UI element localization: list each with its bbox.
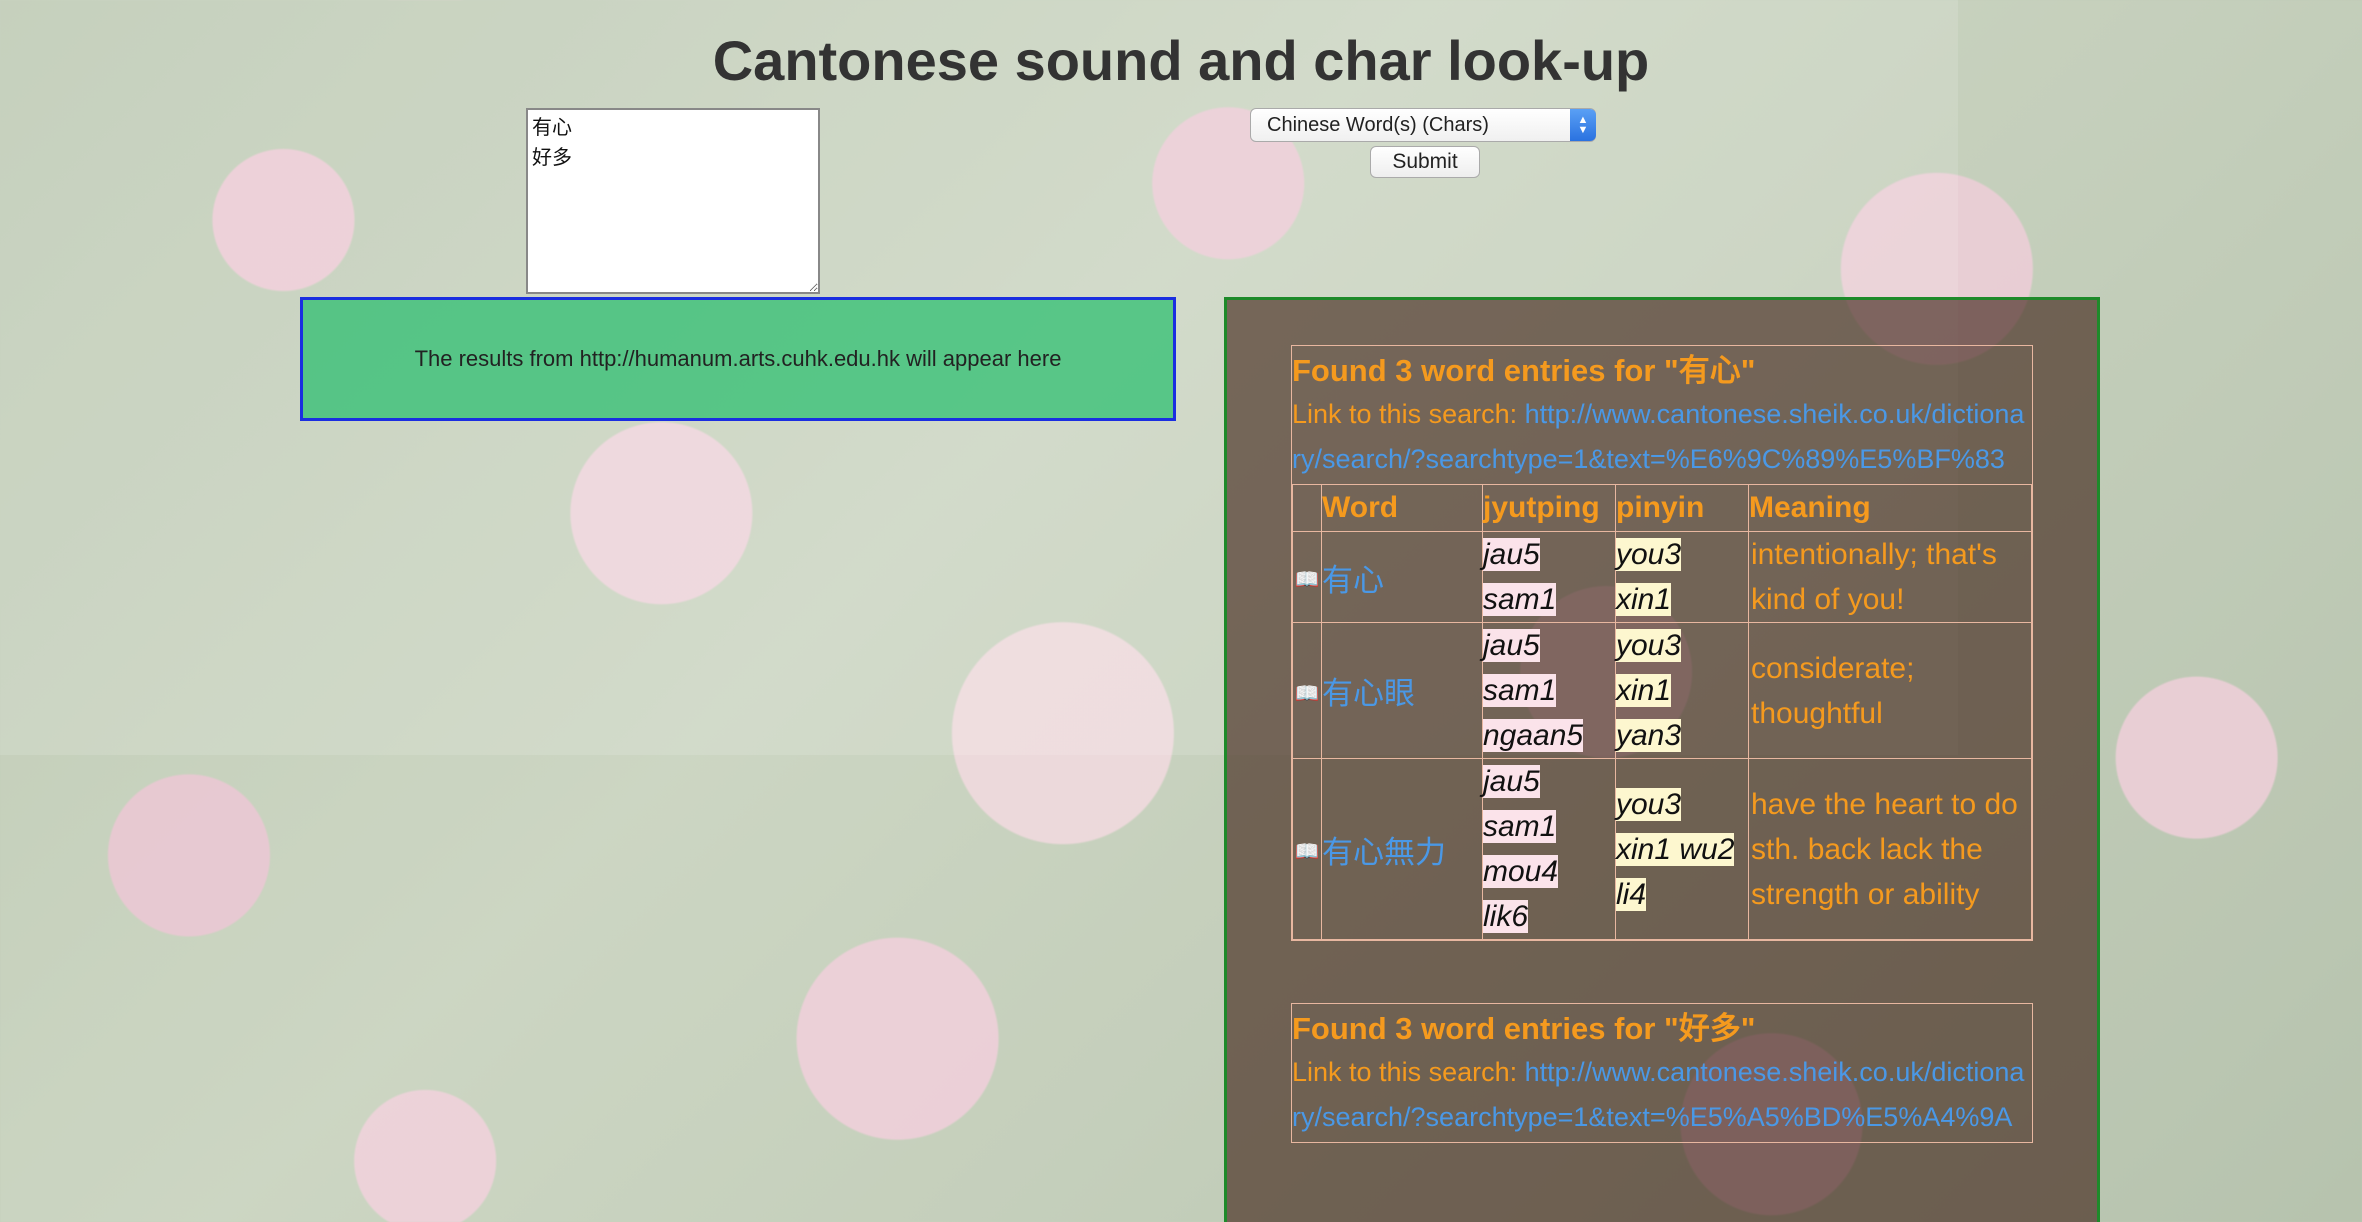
meaning-cell: intentionally; that's kind of you! xyxy=(1748,531,2032,623)
jyutping-cell: jau5 sam1 mou4 lik6 xyxy=(1482,758,1616,940)
word-cell: 有心無力 xyxy=(1321,758,1483,940)
result-title: Found 3 word entries for "好多" xyxy=(1292,1011,1756,1046)
table-row: 📖 有心 jau5 sam1 you3 xin1 intentionally; … xyxy=(1292,531,2032,623)
pinyin-syllable: xin1 xyxy=(1616,674,1672,707)
jyutping-syllable: lik6 xyxy=(1483,900,1529,933)
search-input[interactable] xyxy=(526,108,820,294)
word-cell: 有心眼 xyxy=(1321,622,1483,759)
book-icon[interactable]: 📖 xyxy=(1295,567,1320,592)
jyutping-syllable: ngaan5 xyxy=(1483,719,1584,752)
table-row: 📖 有心無力 jau5 sam1 mou4 lik6 you3 xin1 wu2… xyxy=(1292,758,2032,940)
pinyin-syllable: xin1 xyxy=(1616,583,1672,616)
book-icon[interactable]: 📖 xyxy=(1295,681,1320,706)
pinyin-syllable: you3 xyxy=(1616,538,1682,571)
pinyin-cell: you3 xin1 xyxy=(1615,531,1749,623)
col-word: Word xyxy=(1321,484,1483,532)
book-icon-cell[interactable]: 📖 xyxy=(1292,531,1322,623)
table-row: 📖 有心眼 jau5 sam1 ngaan5 you3 xin1 yan3 co… xyxy=(1292,622,2032,759)
jyutping-syllable: sam1 xyxy=(1483,674,1557,707)
jyutping-syllable: sam1 xyxy=(1483,810,1557,843)
book-icon-cell[interactable]: 📖 xyxy=(1292,622,1322,759)
meaning-cell: have the heart to do sth. back lack the … xyxy=(1748,758,2032,940)
chevron-updown-icon: ▲ ▼ xyxy=(1570,109,1596,141)
pinyin-syllable: you3 xyxy=(1616,787,1682,821)
result-header: Found 3 word entries for "有心" Link to th… xyxy=(1292,346,2032,484)
jyutping-syllable: jau5 xyxy=(1483,765,1540,798)
page-title: Cantonese sound and char look-up xyxy=(712,29,1650,92)
humanum-results-panel: The results from http://humanum.arts.cuh… xyxy=(300,297,1176,421)
pinyin-cell: you3 xin1 yan3 xyxy=(1615,622,1749,759)
pinyin-syllable: li4 xyxy=(1616,877,1647,911)
word-cell: 有心 xyxy=(1321,531,1483,623)
jyutping-syllable: jau5 xyxy=(1483,538,1540,571)
result-title: Found 3 word entries for "有心" xyxy=(1292,353,1756,388)
col-meaning: Meaning xyxy=(1748,484,2032,532)
jyutping-cell: jau5 sam1 xyxy=(1482,531,1616,623)
result-block: Found 3 word entries for "有心" Link to th… xyxy=(1291,345,2033,941)
col-icon xyxy=(1292,484,1322,532)
result-link-line: Link to this search: http://www.cantones… xyxy=(1292,392,2032,482)
result-block: Found 3 word entries for "好多" Link to th… xyxy=(1291,1003,2033,1143)
pinyin-cell: you3 xin1 wu2 li4 xyxy=(1615,758,1749,940)
result-table: Word jyutping pinyin Meaning 📖 有心 jau5 s… xyxy=(1292,484,2032,940)
result-link-line: Link to this search: http://www.cantones… xyxy=(1292,1050,2032,1140)
sheik-results-panel[interactable]: Found 3 word entries for "有心" Link to th… xyxy=(1224,297,2100,1222)
meaning-cell: considerate; thoughtful xyxy=(1748,622,2032,759)
pinyin-syllable: yan3 xyxy=(1616,719,1682,752)
submit-button[interactable]: Submit xyxy=(1370,146,1480,178)
search-type-select[interactable]: Chinese Word(s) (Chars) ▲ ▼ xyxy=(1250,108,1596,142)
table-header-row: Word jyutping pinyin Meaning xyxy=(1292,484,2032,532)
word-link[interactable]: 有心眼 xyxy=(1322,676,1415,711)
word-link[interactable]: 有心無力 xyxy=(1322,835,1446,870)
col-pinyin: pinyin xyxy=(1615,484,1749,532)
pinyin-syllable: you3 xyxy=(1616,629,1682,662)
result-header: Found 3 word entries for "好多" Link to th… xyxy=(1292,1004,2032,1142)
book-icon-cell[interactable]: 📖 xyxy=(1292,758,1322,940)
jyutping-syllable: jau5 xyxy=(1483,629,1540,662)
col-jyutping: jyutping xyxy=(1482,484,1616,532)
word-link[interactable]: 有心 xyxy=(1322,563,1384,598)
pinyin-syllable: xin1 wu2 xyxy=(1616,832,1735,866)
jyutping-syllable: mou4 xyxy=(1483,855,1559,888)
humanum-placeholder-text: The results from http://humanum.arts.cuh… xyxy=(414,346,1062,371)
result-link-prefix: Link to this search: xyxy=(1292,1057,1525,1087)
result-link-prefix: Link to this search: xyxy=(1292,399,1525,429)
jyutping-syllable: sam1 xyxy=(1483,583,1557,616)
book-icon[interactable]: 📖 xyxy=(1295,839,1320,864)
search-type-selected: Chinese Word(s) (Chars) xyxy=(1267,113,1489,136)
jyutping-cell: jau5 sam1 ngaan5 xyxy=(1482,622,1616,759)
